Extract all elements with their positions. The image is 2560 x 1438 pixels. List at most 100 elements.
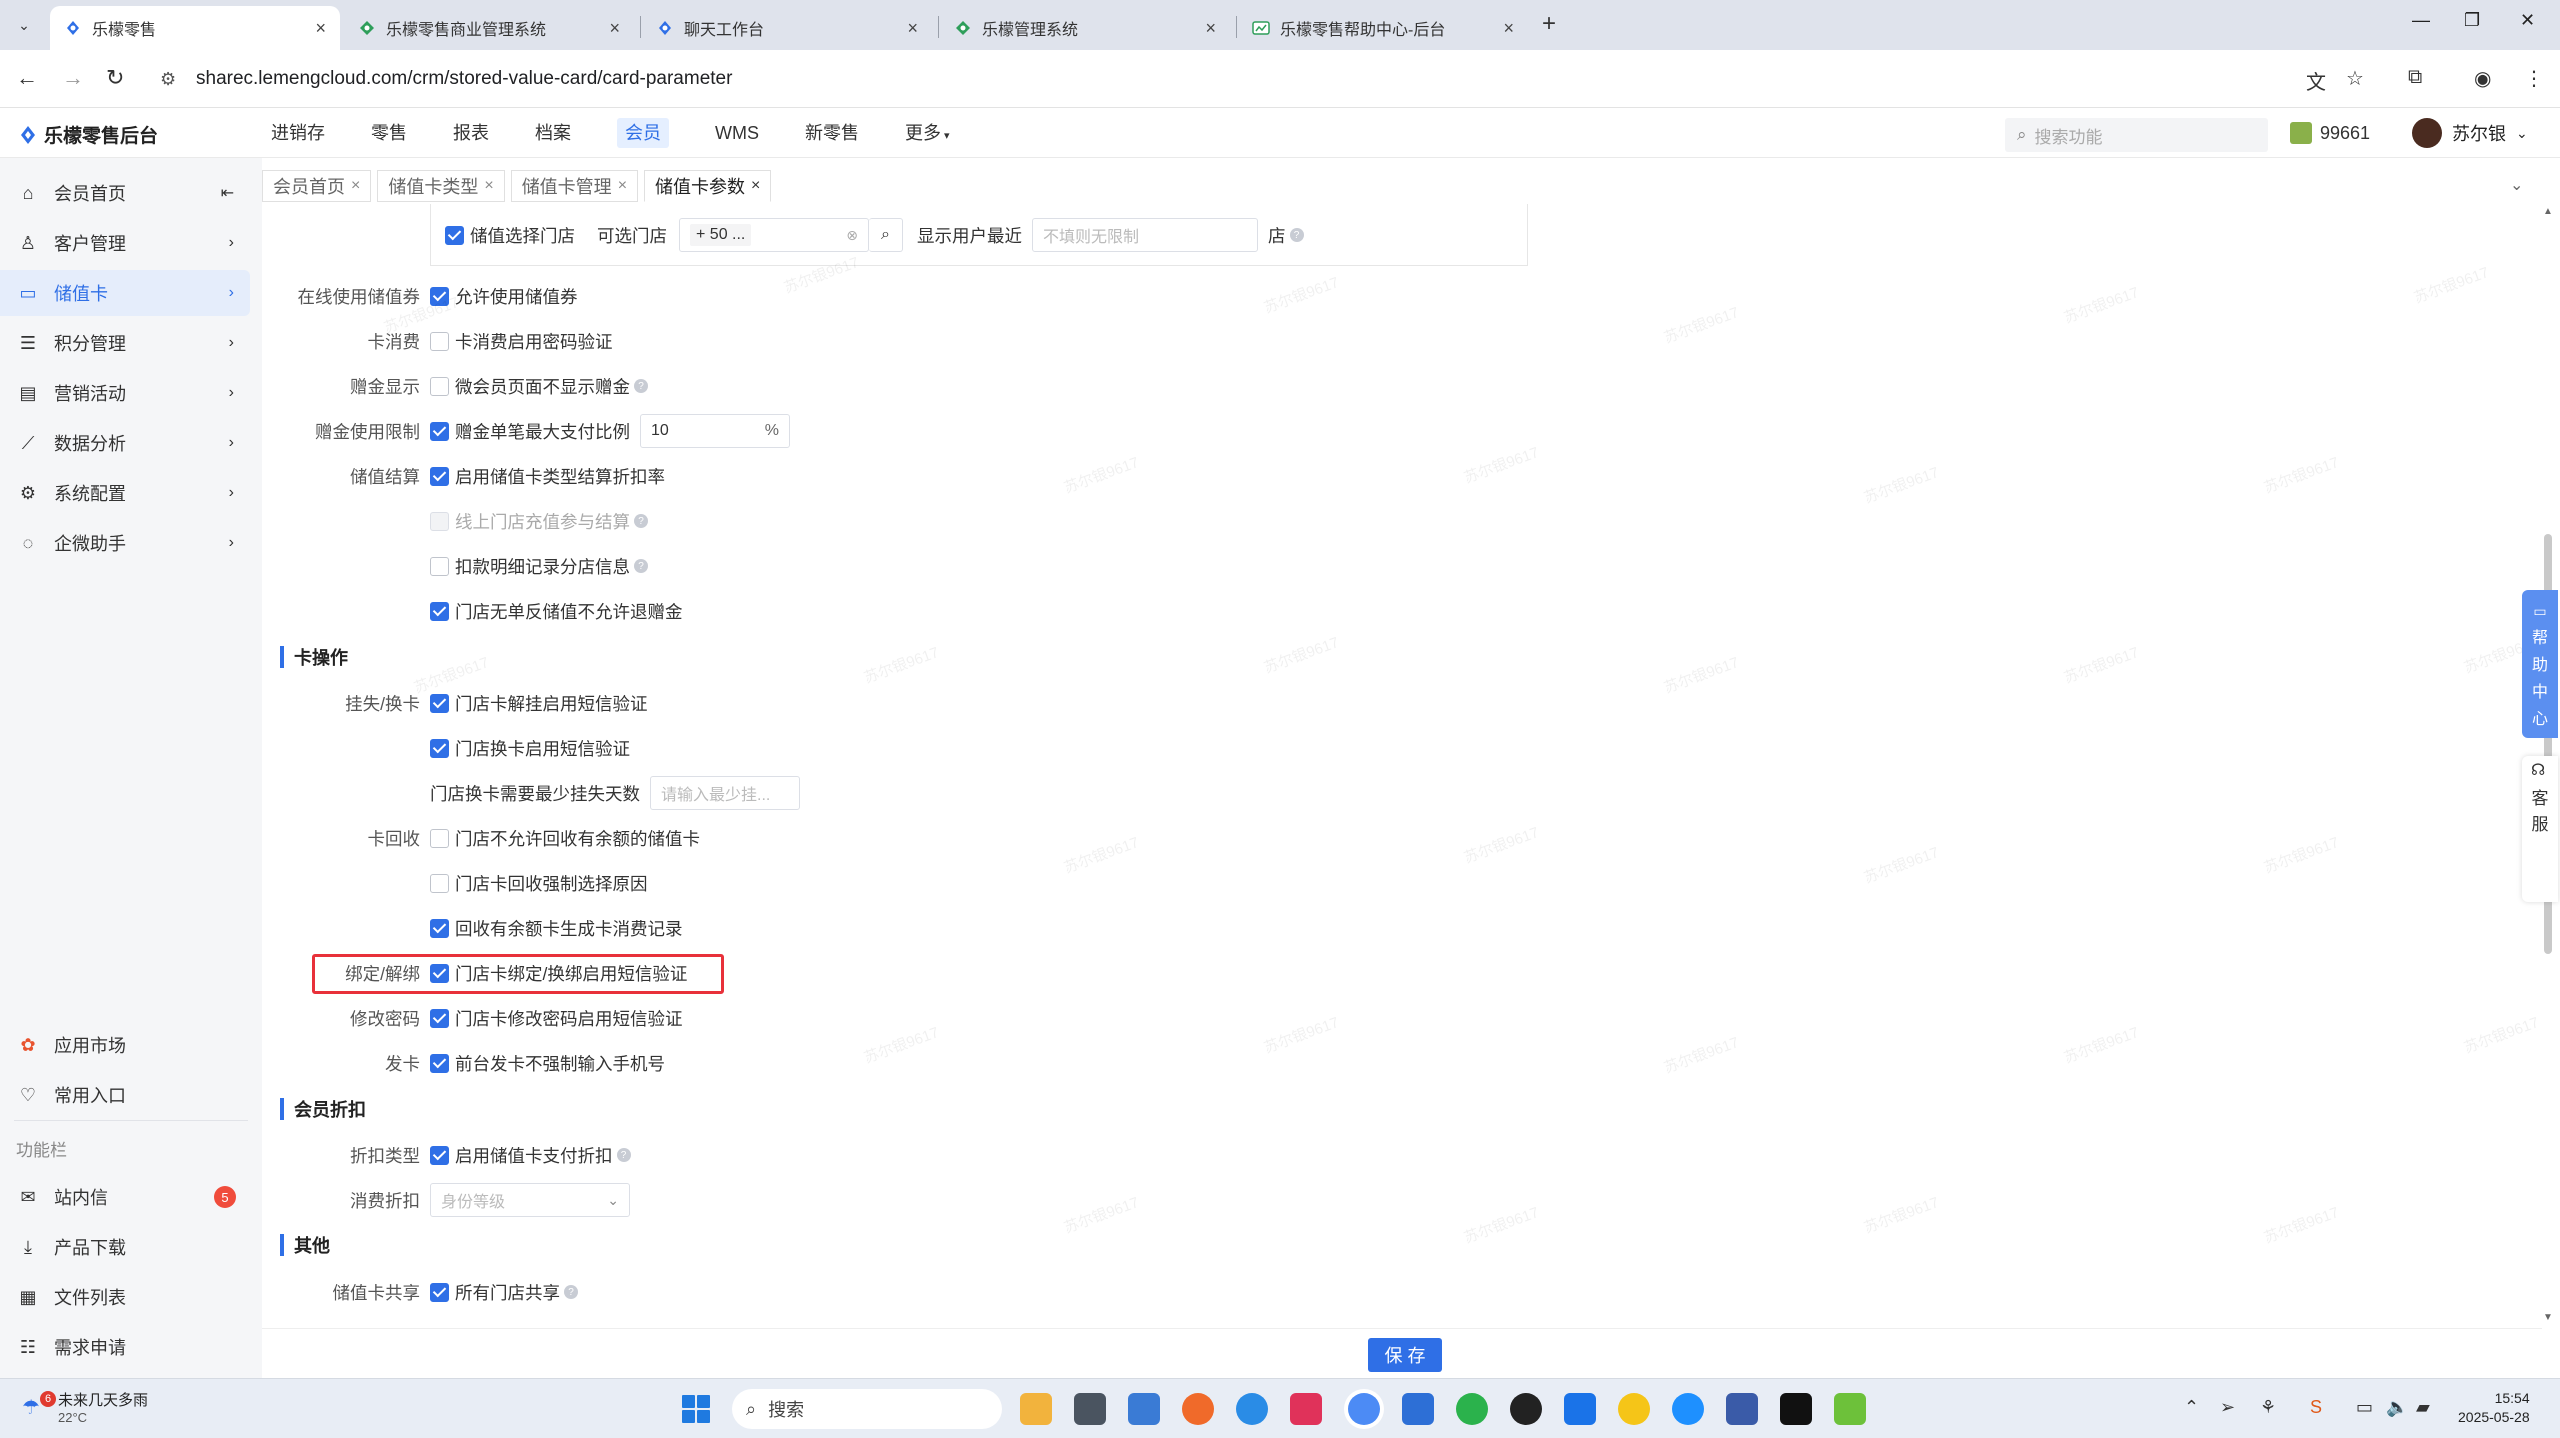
close-icon[interactable]: × (618, 177, 627, 195)
green-app-icon[interactable] (1834, 1393, 1866, 1425)
page-tab-card-params[interactable]: 储值卡参数 × (644, 170, 772, 202)
allow-voucher-checkbox[interactable] (430, 286, 449, 306)
bonus-ratio-checkbox[interactable] (430, 421, 449, 441)
customer-service-button[interactable]: ☊ 客服 (2522, 756, 2558, 902)
help-icon[interactable]: ? (1289, 228, 1304, 242)
forward-arrow-icon[interactable]: → (62, 65, 84, 91)
tabs-dropdown-icon[interactable]: ⌄ (2510, 175, 2523, 195)
qq-icon[interactable] (1510, 1393, 1542, 1425)
tray-ime-icon[interactable]: S (2310, 1397, 2322, 1418)
sidebar-item-files[interactable]: ▦ 文件列表 (0, 1274, 250, 1320)
function-search-input[interactable]: ⌕ 搜索功能 (2005, 118, 2268, 152)
reload-icon[interactable]: ↻ (106, 65, 124, 91)
capcut-icon[interactable] (1780, 1393, 1812, 1425)
help-icon[interactable]: ? (634, 379, 648, 393)
calculator-icon[interactable] (1128, 1393, 1160, 1425)
sidebar-item-app-market[interactable]: ✿ 应用市场 (0, 1022, 250, 1068)
bookmark-star-icon[interactable]: ☆ (2346, 66, 2364, 91)
sidebar-item-inbox[interactable]: ✉ 站内信 5 (0, 1174, 250, 1220)
sidebar-item-system[interactable]: ⚙ 系统配置 › (0, 470, 250, 516)
page-tab-card-type[interactable]: 储值卡类型 × (377, 170, 505, 202)
browser-tab-2[interactable]: 乐檬零售商业管理系统 × (344, 6, 634, 50)
windows-start-icon[interactable] (682, 1395, 710, 1423)
sidebar-item-request[interactable]: ☷ 需求申请 (0, 1324, 250, 1370)
app-cube-icon[interactable] (1074, 1393, 1106, 1425)
clear-icon[interactable]: ⊗ (846, 227, 858, 244)
sidebar-item-marketing[interactable]: ▤ 营销活动 › (0, 370, 250, 416)
coin-balance[interactable]: 99661 (2290, 122, 2370, 144)
browser-tab-3[interactable]: 聊天工作台 × (642, 6, 932, 50)
store-multi-select[interactable]: + 50 ... ⊗ (679, 218, 869, 252)
close-icon[interactable]: × (351, 177, 360, 195)
tray-battery-icon[interactable]: ▰ (2416, 1397, 2430, 1418)
help-icon[interactable]: ? (634, 514, 648, 528)
save-button[interactable]: 保 存 (1368, 1338, 1442, 1372)
tab-search-chevron-icon[interactable]: ⌄ (10, 12, 38, 38)
wechat-icon[interactable] (1456, 1393, 1488, 1425)
replace-sms-checkbox[interactable] (430, 738, 449, 758)
feishu-icon[interactable] (1564, 1393, 1596, 1425)
settlement-discount-checkbox[interactable] (430, 466, 449, 486)
weather-widget[interactable]: ☂ 6 未来几天多雨 22°C (22, 1389, 148, 1425)
deduction-store-checkbox[interactable] (430, 556, 449, 576)
browser-tab-5[interactable]: 乐檬零售帮助中心-后台 × (1238, 6, 1528, 50)
new-tab-button[interactable]: + (1542, 10, 1556, 38)
notepad-icon[interactable] (1402, 1393, 1434, 1425)
sidebar-item-points[interactable]: ☰ 积分管理 › (0, 320, 250, 366)
tray-expand-icon[interactable]: ⌃ (2184, 1397, 2199, 1418)
no-phone-required-checkbox[interactable] (430, 1053, 449, 1073)
all-stores-share-checkbox[interactable] (430, 1282, 449, 1302)
card-pay-discount-checkbox[interactable] (430, 1145, 449, 1165)
translate-icon[interactable]: 文 (2306, 66, 2326, 95)
page-tab-card-manage[interactable]: 储值卡管理 × (510, 170, 639, 202)
browser-tab-1[interactable]: 乐檬零售 × (50, 6, 340, 50)
yellow-app-icon[interactable] (1618, 1393, 1650, 1425)
close-icon[interactable]: × (907, 18, 918, 39)
recycle-record-checkbox[interactable] (430, 918, 449, 938)
no-refund-bonus-checkbox[interactable] (430, 601, 449, 621)
pen-app-icon[interactable] (1290, 1393, 1322, 1425)
nav-retail[interactable]: 零售 (355, 108, 423, 158)
browser-tab-4[interactable]: 乐檬管理系统 × (940, 6, 1230, 50)
scroll-up-icon[interactable]: ▲ (2543, 206, 2553, 217)
recycle-reason-checkbox[interactable] (430, 873, 449, 893)
nav-archive[interactable]: 档案 (519, 108, 587, 158)
close-icon[interactable]: × (1503, 18, 1514, 39)
profile-icon[interactable]: ◉ (2474, 66, 2491, 91)
file-explorer-icon[interactable] (1020, 1393, 1052, 1425)
nav-more[interactable]: 更多 ▾ (889, 108, 966, 158)
chat-bubble-icon[interactable] (1236, 1393, 1268, 1425)
firefox-icon[interactable] (1182, 1393, 1214, 1425)
app-logo[interactable]: 乐檬零售后台 (18, 121, 158, 148)
tray-display-icon[interactable]: ▭ (2356, 1397, 2373, 1418)
sidebar-item-stored-card[interactable]: ▭ 储值卡 › (0, 270, 250, 316)
no-recycle-balance-checkbox[interactable] (430, 828, 449, 848)
sidebar-item-member-home[interactable]: ⌂ 会员首页 ⇤ (0, 170, 250, 216)
user-menu[interactable]: 苏尔银 ⌄ (2412, 118, 2528, 148)
discount-level-select[interactable]: 身份等级 ⌄ (430, 1183, 630, 1217)
sidebar-item-customer[interactable]: ♙ 客户管理 › (0, 220, 250, 266)
page-tab-member-home[interactable]: 会员首页 × (262, 170, 372, 202)
unfreeze-sms-checkbox[interactable] (430, 693, 449, 713)
taskbar-search[interactable]: ⌕ 搜索 (732, 1389, 1002, 1429)
help-icon[interactable]: ? (616, 1148, 631, 1162)
nav-report[interactable]: 报表 (437, 108, 505, 158)
extensions-icon[interactable]: ⧉ (2408, 66, 2422, 89)
sidebar-item-wecom[interactable]: ◌ 企微助手 › (0, 520, 250, 566)
minimize-icon[interactable]: — (2412, 10, 2430, 31)
help-center-button[interactable]: ▭ 帮助中心 (2522, 590, 2558, 738)
tray-send-icon[interactable]: ➢ (2220, 1397, 2235, 1418)
chrome-icon[interactable] (1348, 1393, 1380, 1425)
window-close-icon[interactable]: ✕ (2520, 10, 2535, 31)
sidebar-item-download[interactable]: ⤓ 产品下载 (0, 1224, 250, 1270)
close-icon[interactable]: × (751, 177, 760, 195)
url-bar[interactable]: ⚙ sharec.lemengcloud.com/crm/stored-valu… (150, 59, 2300, 99)
hide-bonus-checkbox[interactable] (430, 376, 449, 396)
sidebar-item-shortcuts[interactable]: ♡ 常用入口 (0, 1072, 250, 1118)
close-icon[interactable]: × (315, 18, 326, 39)
collapse-sidebar-icon[interactable]: ⇤ (221, 183, 234, 203)
store-search-button[interactable]: ⌕ (869, 218, 903, 252)
nav-member[interactable]: 会员 (601, 108, 685, 158)
close-icon[interactable]: × (1205, 18, 1216, 39)
store-select-checkbox[interactable] (445, 225, 464, 245)
